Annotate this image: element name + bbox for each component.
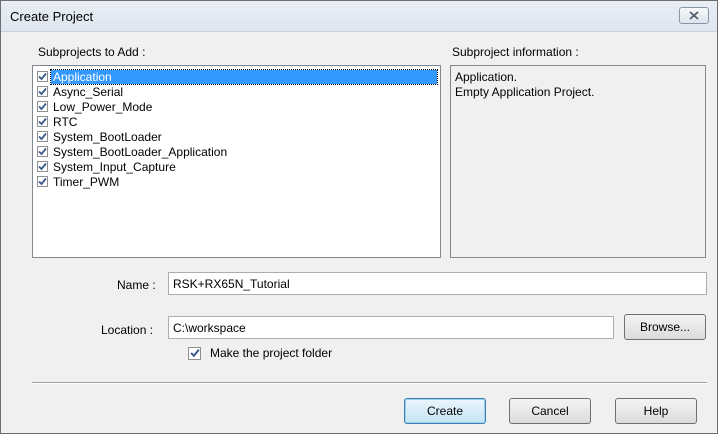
- item-checkbox[interactable]: [37, 101, 48, 112]
- create-button[interactable]: Create: [404, 398, 486, 424]
- item-checkbox[interactable]: [37, 161, 48, 172]
- check-icon: [38, 72, 47, 81]
- list-item[interactable]: Low_Power_Mode: [36, 99, 437, 114]
- check-icon: [38, 177, 47, 186]
- create-project-dialog: Create Project Subprojects to Add : Subp…: [0, 0, 718, 434]
- list-item[interactable]: Application: [36, 68, 438, 85]
- close-button[interactable]: [679, 7, 709, 24]
- list-item[interactable]: Timer_PWM: [36, 174, 437, 189]
- item-label: System_Input_Capture: [53, 159, 176, 174]
- item-label: System_BootLoader_Application: [53, 144, 228, 159]
- info-line: Application.: [455, 70, 518, 84]
- window-title: Create Project: [10, 9, 94, 24]
- make-folder-checkbox[interactable]: [188, 346, 201, 360]
- item-checkbox[interactable]: [37, 146, 48, 157]
- list-item[interactable]: System_Input_Capture: [36, 159, 437, 174]
- info-line: Empty Application Project.: [455, 85, 595, 99]
- item-checkbox[interactable]: [37, 131, 48, 142]
- make-folder-option[interactable]: Make the project folder: [188, 346, 332, 360]
- info-heading: Subproject information :: [452, 45, 579, 59]
- list-item[interactable]: System_BootLoader_Application: [36, 144, 437, 159]
- check-icon: [38, 117, 47, 126]
- check-icon: [38, 132, 47, 141]
- subprojects-list[interactable]: Application Async_Serial Low_Power_Mode …: [32, 65, 441, 258]
- list-item[interactable]: Async_Serial: [36, 84, 437, 99]
- check-icon: [189, 349, 200, 358]
- item-label: RTC: [53, 114, 78, 129]
- check-icon: [38, 102, 47, 111]
- item-checkbox[interactable]: [37, 116, 48, 127]
- item-label: System_BootLoader: [53, 129, 162, 144]
- name-field[interactable]: [168, 272, 707, 295]
- subprojects-heading: Subprojects to Add :: [38, 45, 146, 59]
- browse-button[interactable]: Browse...: [624, 314, 706, 340]
- make-folder-label: Make the project folder: [210, 346, 333, 360]
- title-bar[interactable]: Create Project: [1, 1, 717, 32]
- check-icon: [38, 147, 47, 156]
- check-icon: [38, 87, 47, 96]
- separator: [32, 382, 707, 384]
- item-label: Timer_PWM: [53, 174, 120, 189]
- item-checkbox[interactable]: [37, 71, 48, 82]
- item-label: Low_Power_Mode: [53, 99, 153, 114]
- check-icon: [38, 162, 47, 171]
- item-label: Application: [50, 68, 438, 85]
- name-label: Name :: [117, 278, 156, 292]
- item-label: Async_Serial: [53, 84, 124, 99]
- list-item[interactable]: System_BootLoader: [36, 129, 437, 144]
- close-icon: [689, 9, 699, 23]
- item-checkbox[interactable]: [37, 86, 48, 97]
- list-item[interactable]: RTC: [36, 114, 437, 129]
- cancel-button[interactable]: Cancel: [509, 398, 591, 424]
- subproject-info-box: Application. Empty Application Project.: [450, 65, 706, 258]
- location-field[interactable]: [168, 316, 614, 339]
- item-checkbox[interactable]: [37, 176, 48, 187]
- location-label: Location :: [101, 323, 154, 337]
- help-button[interactable]: Help: [615, 398, 697, 424]
